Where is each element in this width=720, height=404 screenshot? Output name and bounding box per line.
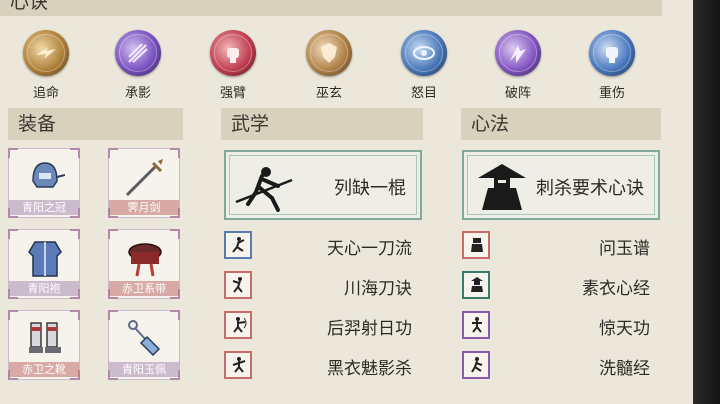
skill-label: 强臂: [219, 86, 246, 101]
martial-figure-icon: [224, 231, 252, 259]
belt-icon: [128, 243, 162, 277]
skill-wuxuan[interactable]: 巫玄: [299, 30, 359, 101]
boots-icon: [29, 322, 61, 353]
martial-item-label: 后羿射日功: [327, 319, 412, 339]
pendant-icon: [128, 320, 161, 357]
section-title: 心法: [471, 113, 510, 135]
inventory-panel: 心诀 追命 承影 强臂 巫玄 怒目 破阵 重伤 装备 武学 心法 青阳之冠 霁月…: [0, 0, 693, 404]
skill-label: 破阵: [504, 86, 531, 101]
mind-item[interactable]: 素衣心经: [462, 271, 650, 301]
skill-label: 怒目: [410, 86, 437, 101]
section-header-xinjue: 心诀: [0, 0, 662, 16]
skill-chengying[interactable]: 承影: [108, 30, 168, 101]
shield-icon: [306, 30, 352, 76]
equip-slot-boots[interactable]: 赤卫之靴: [8, 310, 80, 380]
equip-slot-helmet[interactable]: 青阳之冠: [8, 148, 80, 218]
rush-icon: [23, 30, 69, 76]
mind-item[interactable]: 惊天功: [462, 311, 650, 341]
mind-item-label: 素衣心经: [582, 279, 650, 299]
figure-icon: [462, 311, 490, 339]
martial-figure-icon: [224, 351, 252, 379]
martial-figure-icon: [224, 271, 252, 299]
section-header-mind: 心法: [461, 108, 661, 140]
equip-name: 赤卫之靴: [9, 362, 79, 377]
skill-label: 巫玄: [315, 86, 342, 101]
equip-name: 青阳玉佩: [109, 362, 179, 377]
figure-icon: [462, 351, 490, 379]
martial-item[interactable]: 黑衣魅影杀: [224, 351, 412, 381]
mind-item-label: 问玉谱: [599, 239, 650, 259]
martial-featured[interactable]: 列缺一棍: [224, 150, 422, 220]
assassin-hat-icon: [478, 164, 526, 210]
section-header-martial: 武学: [221, 108, 423, 140]
equip-name: 赤卫系带: [109, 281, 179, 296]
martial-item[interactable]: 后羿射日功: [224, 311, 412, 341]
skill-label: 重伤: [598, 86, 625, 101]
warrior-staff-icon: [235, 167, 293, 212]
martial-item[interactable]: 天心一刀流: [224, 231, 412, 261]
mind-item-label: 惊天功: [599, 319, 650, 339]
archer-icon: [224, 311, 252, 339]
fist-icon: [210, 30, 256, 76]
skill-pozhen[interactable]: 破阵: [488, 30, 548, 101]
martial-featured-label: 列缺一棍: [334, 178, 406, 199]
martial-item-label: 天心一刀流: [327, 239, 412, 259]
skill-qiangbi[interactable]: 强臂: [203, 30, 263, 101]
skill-label: 承影: [124, 86, 151, 101]
martial-item[interactable]: 川海刀诀: [224, 271, 412, 301]
wound-icon: [589, 30, 635, 76]
break-icon: [495, 30, 541, 76]
skill-zhongshang[interactable]: 重伤: [582, 30, 642, 101]
equip-slot-robe[interactable]: 青阳袍: [8, 229, 80, 299]
figure-icon: [462, 271, 490, 299]
mind-item-label: 洗髓经: [599, 359, 650, 379]
mind-featured[interactable]: 刺杀要术心诀: [462, 150, 660, 220]
skill-label: 追命: [32, 86, 59, 101]
martial-item-label: 川海刀诀: [344, 279, 412, 299]
section-title: 装备: [18, 113, 57, 135]
mind-featured-label: 刺杀要术心诀: [536, 178, 644, 199]
robe-icon: [28, 241, 62, 277]
martial-item-label: 黑衣魅影杀: [327, 359, 412, 379]
shadow-icon: [115, 30, 161, 76]
equip-name: 霁月剑: [109, 200, 179, 215]
equip-slot-pendant[interactable]: 青阳玉佩: [108, 310, 180, 380]
equip-name: 青阳袍: [9, 281, 79, 296]
equip-slot-belt[interactable]: 赤卫系带: [108, 229, 180, 299]
section-header-equipment: 装备: [8, 108, 183, 140]
mind-item[interactable]: 问玉谱: [462, 231, 650, 261]
section-title: 武学: [231, 113, 270, 135]
section-title: 心诀: [10, 0, 49, 13]
helmet-icon: [32, 162, 65, 188]
equip-slot-sword[interactable]: 霁月剑: [108, 148, 180, 218]
eye-icon: [401, 30, 447, 76]
skill-numu[interactable]: 怒目: [394, 30, 454, 101]
sword-icon: [125, 159, 163, 197]
scene-background-strip: [693, 0, 720, 404]
skill-zhuiming[interactable]: 追命: [16, 30, 76, 101]
figure-icon: [462, 231, 490, 259]
mind-item[interactable]: 洗髓经: [462, 351, 650, 381]
equip-name: 青阳之冠: [9, 200, 79, 215]
